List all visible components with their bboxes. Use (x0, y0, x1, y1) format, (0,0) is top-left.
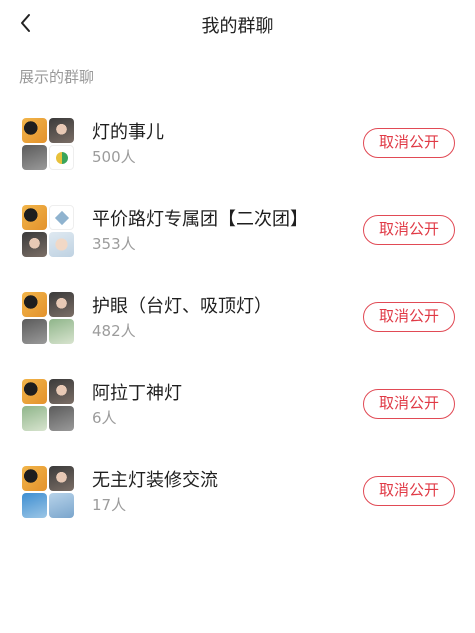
group-name: 平价路灯专属团【二次团】 (92, 209, 308, 230)
member-count: 6人 (92, 409, 117, 427)
group-name: 灯的事儿 (92, 122, 164, 143)
section-label: 展示的群聊 (19, 68, 95, 86)
page-title: 我的群聊 (201, 16, 274, 37)
member-avatar (49, 319, 74, 344)
group-avatar (22, 205, 74, 257)
member-avatar (49, 118, 74, 143)
group-list: 灯的事儿 500人 取消公开 平价路灯专属团【二次团】 353人 取消公开 护眼… (0, 118, 475, 553)
member-avatar (49, 145, 74, 170)
member-avatar (22, 466, 47, 491)
group-avatar (22, 466, 74, 518)
group-row[interactable]: 阿拉丁神灯 6人 取消公开 (0, 379, 475, 466)
member-count: 17人 (92, 496, 127, 514)
member-avatar (49, 406, 74, 431)
member-avatar (22, 205, 47, 230)
member-avatar (22, 493, 47, 518)
group-row[interactable]: 护眼（台灯、吸顶灯） 482人 取消公开 (0, 292, 475, 379)
unpublish-button[interactable]: 取消公开 (363, 128, 455, 158)
group-row[interactable]: 无主灯装修交流 17人 取消公开 (0, 466, 475, 553)
member-avatar (22, 145, 47, 170)
member-avatar (22, 118, 47, 143)
member-avatar (49, 466, 74, 491)
group-avatar (22, 292, 74, 344)
member-count: 500人 (92, 148, 136, 166)
unpublish-button[interactable]: 取消公开 (363, 389, 455, 419)
group-name: 护眼（台灯、吸顶灯） (92, 296, 272, 317)
unpublish-button[interactable]: 取消公开 (363, 302, 455, 332)
group-avatar (22, 379, 74, 431)
member-avatar (22, 232, 47, 257)
unpublish-button[interactable]: 取消公开 (363, 476, 455, 506)
member-count: 353人 (92, 235, 136, 253)
member-avatar (49, 292, 74, 317)
member-avatar (49, 493, 74, 518)
member-avatar (22, 292, 47, 317)
unpublish-button[interactable]: 取消公开 (363, 215, 455, 245)
member-avatar (22, 406, 47, 431)
member-avatar (22, 319, 47, 344)
top-bar: 我的群聊 (0, 0, 475, 48)
member-avatar (49, 205, 74, 230)
group-name: 无主灯装修交流 (92, 470, 218, 491)
member-avatar (49, 232, 74, 257)
member-avatar (22, 379, 47, 404)
group-name: 阿拉丁神灯 (92, 383, 182, 404)
group-row[interactable]: 灯的事儿 500人 取消公开 (0, 118, 475, 205)
member-count: 482人 (92, 322, 136, 340)
group-row[interactable]: 平价路灯专属团【二次团】 353人 取消公开 (0, 205, 475, 292)
group-avatar (22, 118, 74, 170)
member-avatar (49, 379, 74, 404)
